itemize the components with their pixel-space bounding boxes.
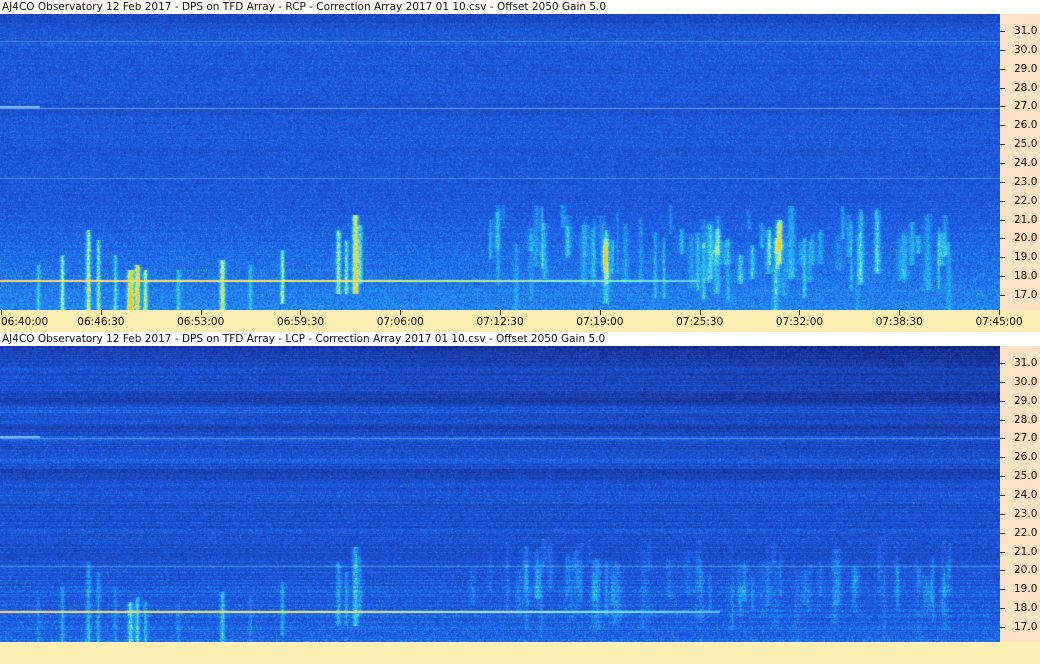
y-tick-label: 23.0 (1014, 175, 1038, 188)
y-tick (1000, 513, 1005, 515)
y-tick (1000, 494, 1005, 496)
y-tick-label: 24.0 (1014, 156, 1038, 169)
x-tick-label: 07:32:00 (775, 316, 824, 328)
time-axis: 06:40:00 06:46:30 06:53:00 06:59:30 07:06:00… (0, 310, 1040, 332)
x-tick-label: 07:19:00 (576, 316, 624, 328)
y-tick (1000, 589, 1005, 591)
y-tick (1000, 238, 1005, 240)
lcp-frequency-axis: 31.0 30.0 29.0 28.0 27.0 26.0 25.0 24.0 23.0 22.0… (1000, 346, 1040, 642)
y-tick (1000, 144, 1005, 146)
y-tick-label: 21.0 (1014, 545, 1038, 558)
y-tick (1000, 551, 1005, 553)
rcp-spectrogram-canvas (0, 14, 1000, 310)
lcp-spectrogram-canvas (0, 346, 1000, 642)
x-tick-label: 06:59:30 (276, 316, 325, 328)
y-tick (1000, 570, 1005, 572)
rcp-chart-title: AJ4CO Observatory 12 Feb 2017 - DPS on T… (2, 1, 607, 13)
y-tick-label: 27.0 (1014, 100, 1038, 113)
y-tick-label: 26.0 (1014, 119, 1038, 132)
y-tick (1000, 125, 1005, 127)
y-tick (1000, 276, 1005, 278)
y-tick (1000, 457, 1005, 459)
y-tick (1000, 219, 1005, 221)
y-tick (1000, 626, 1005, 628)
x-tick-label: 06:53:00 (177, 316, 225, 328)
y-tick-label: 28.0 (1014, 413, 1038, 426)
y-tick-label: 25.0 (1014, 138, 1038, 151)
y-tick-label: 20.0 (1014, 564, 1038, 577)
y-tick (1000, 608, 1005, 610)
x-tick-label: 07:06:00 (376, 316, 424, 328)
x-tick-label: 07:38:30 (875, 316, 923, 328)
y-tick (1000, 381, 1005, 383)
y-tick (1000, 30, 1005, 32)
y-tick (1000, 362, 1005, 364)
y-tick-label: 19.0 (1014, 251, 1038, 264)
y-tick-label: 18.0 (1014, 602, 1038, 615)
y-tick-label: 30.0 (1014, 375, 1038, 388)
x-tick-label: 06:40:00 (1, 316, 49, 328)
y-tick (1000, 49, 1005, 51)
y-tick-label: 31.0 (1014, 356, 1038, 369)
y-tick-label: 20.0 (1014, 232, 1038, 245)
y-tick (1000, 419, 1005, 421)
lcp-spectrogram (0, 346, 1000, 642)
y-tick (1000, 438, 1005, 440)
y-tick-label: 23.0 (1014, 507, 1038, 520)
y-tick (1000, 294, 1005, 296)
lcp-time-axis-strip (0, 642, 1040, 664)
y-tick-label: 31.0 (1014, 24, 1038, 37)
y-tick (1000, 476, 1005, 478)
rcp-frequency-axis: 31.0 30.0 29.0 28.0 27.0 26.0 25.0 24.0 23.0 22.0… (1000, 14, 1040, 310)
y-tick (1000, 68, 1005, 70)
y-tick-label: 29.0 (1014, 394, 1038, 407)
y-tick-label: 24.0 (1014, 488, 1038, 501)
y-tick-label: 19.0 (1014, 583, 1038, 596)
y-tick (1000, 400, 1005, 402)
lcp-chart-title: AJ4CO Observatory 12 Feb 2017 - DPS on T… (2, 333, 606, 345)
y-tick-label: 25.0 (1014, 470, 1038, 483)
y-tick (1000, 181, 1005, 183)
y-tick-label: 27.0 (1014, 432, 1038, 445)
rcp-spectrogram (0, 14, 1000, 310)
y-tick-label: 18.0 (1014, 270, 1038, 283)
y-tick (1000, 200, 1005, 202)
y-tick-label: 22.0 (1014, 194, 1038, 207)
y-tick-label: 21.0 (1014, 213, 1038, 226)
y-tick (1000, 257, 1005, 259)
y-tick-label: 17.0 (1014, 620, 1038, 633)
y-tick-label: 22.0 (1014, 526, 1038, 539)
y-tick-label: 17.0 (1014, 288, 1038, 301)
y-tick (1000, 532, 1005, 534)
y-tick-label: 28.0 (1014, 81, 1038, 94)
x-tick-label: 07:45:00 (975, 316, 1023, 328)
y-tick-label: 26.0 (1014, 451, 1038, 464)
y-tick (1000, 162, 1005, 164)
y-tick-label: 30.0 (1014, 43, 1038, 56)
x-tick-label: 07:25:30 (676, 316, 724, 328)
y-tick-label: 29.0 (1014, 62, 1038, 75)
y-tick (1000, 106, 1005, 108)
x-tick-label: 07:12:30 (476, 316, 524, 328)
y-tick (1000, 87, 1005, 89)
x-tick-label: 06:46:30 (77, 316, 125, 328)
